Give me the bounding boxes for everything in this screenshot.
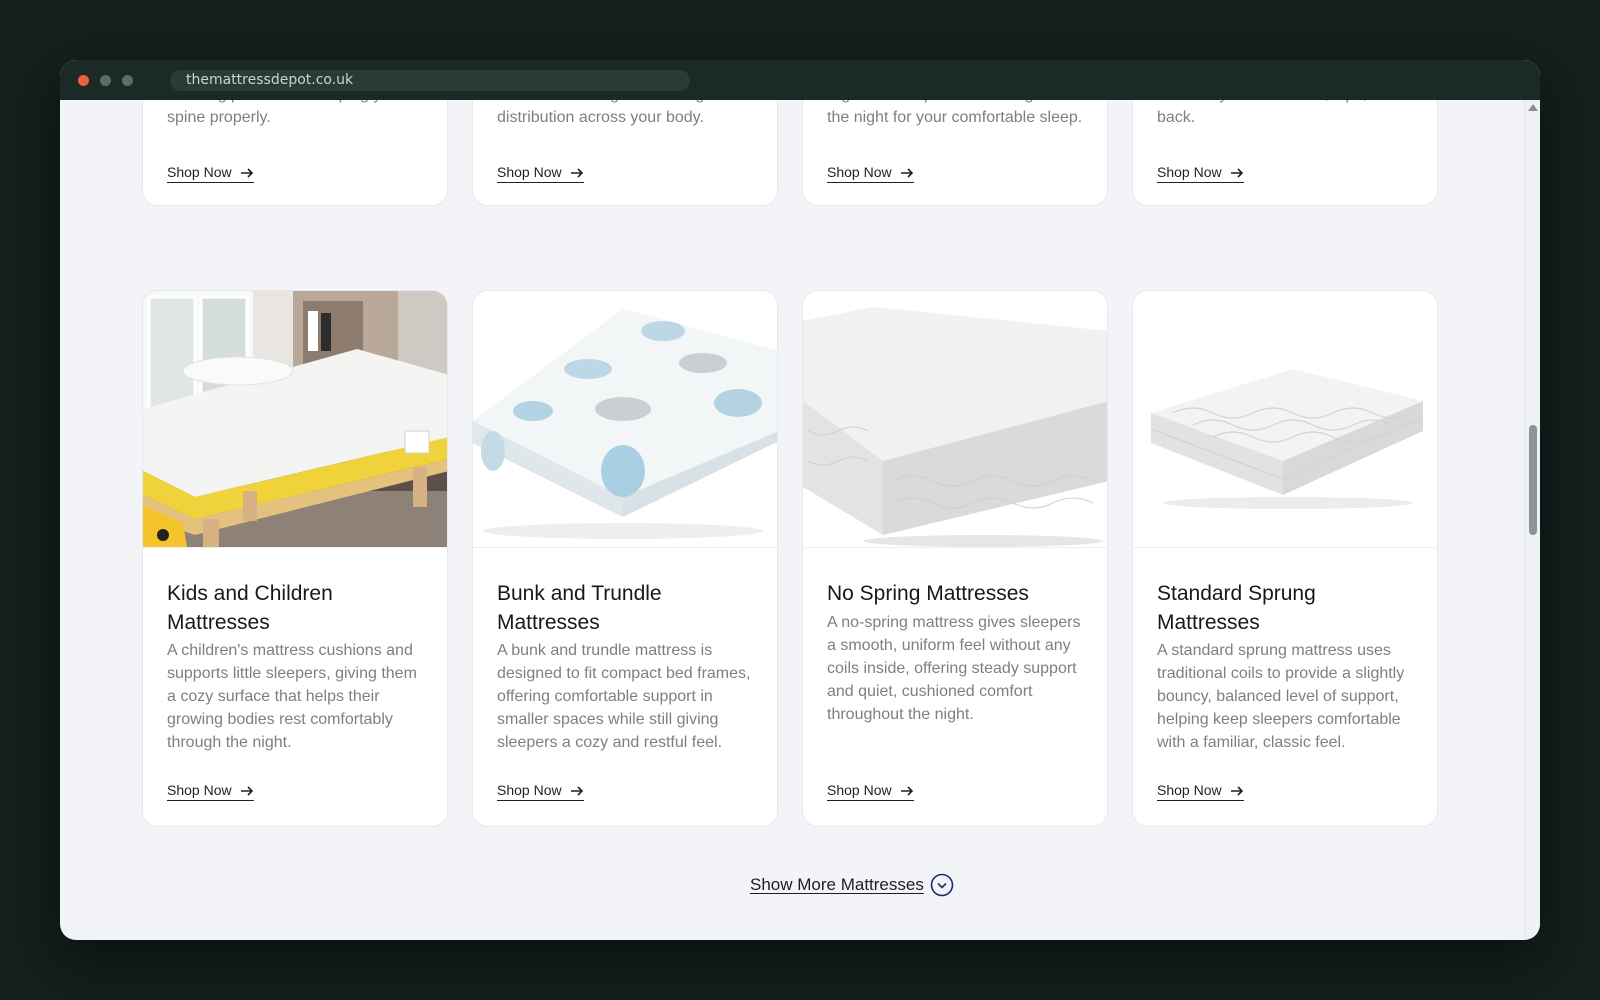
product-image-no-spring-mattress[interactable] xyxy=(803,291,1107,548)
product-card: relieving pressure & keeping your spine … xyxy=(142,100,448,206)
shop-now-label: Shop Now xyxy=(1157,164,1222,180)
vertical-scrollbar[interactable] xyxy=(1524,100,1540,940)
shop-now-link[interactable]: Shop Now xyxy=(827,782,914,801)
page-viewport: relieving pressure & keeping your spine … xyxy=(60,100,1524,940)
shop-now-label: Shop Now xyxy=(497,164,562,180)
shop-now-link[interactable]: Shop Now xyxy=(1157,782,1244,801)
product-card-kids: Kids and Children Mattresses A children'… xyxy=(142,290,448,827)
chevron-down-circle-icon xyxy=(930,873,954,897)
product-description: A children's mattress cushions and suppo… xyxy=(167,642,417,751)
shop-now-label: Shop Now xyxy=(1157,782,1222,798)
shop-now-link[interactable]: Shop Now xyxy=(167,782,254,801)
arrow-right-icon xyxy=(570,167,583,178)
standard-sprung-mattress-photo xyxy=(1133,291,1437,547)
arrow-right-icon xyxy=(570,785,583,796)
kids-mattress-photo xyxy=(143,291,447,547)
shop-now-label: Shop Now xyxy=(497,782,562,798)
product-card: regulates temperature throughout the nig… xyxy=(802,100,1108,206)
shop-now-link[interactable]: Shop Now xyxy=(167,164,254,183)
scrollbar-thumb[interactable] xyxy=(1529,425,1537,535)
product-description: A bunk and trundle mattress is designed … xyxy=(497,642,751,751)
scroll-up-arrow-icon[interactable] xyxy=(1528,104,1538,111)
arrow-right-icon xyxy=(1230,167,1243,178)
bunk-mattress-photo xyxy=(473,291,777,547)
product-card-bunk: Bunk and Trundle Mattresses A bunk and t… xyxy=(472,290,778,827)
shop-now-link[interactable]: Shop Now xyxy=(497,782,584,801)
product-title[interactable]: Bunk and Trundle Mattresses xyxy=(497,579,755,637)
shop-now-link[interactable]: Shop Now xyxy=(497,164,584,183)
shop-now-label: Shop Now xyxy=(167,782,232,798)
product-title[interactable]: No Spring Mattresses xyxy=(827,579,1085,608)
close-window-button[interactable] xyxy=(78,75,89,86)
product-title[interactable]: Standard Sprung Mattresses xyxy=(1157,579,1415,637)
product-description: relieving pressure & keeping your spine … xyxy=(167,100,404,126)
product-image-kids-mattress[interactable] xyxy=(143,291,447,548)
shop-now-label: Shop Now xyxy=(167,164,232,180)
product-card: relief for your shoulders, hips, and bac… xyxy=(1132,100,1438,206)
product-card-standard-sprung: Standard Sprung Mattresses A standard sp… xyxy=(1132,290,1438,827)
product-image-standard-sprung-mattress[interactable] xyxy=(1133,291,1437,548)
product-title[interactable]: Kids and Children Mattresses xyxy=(167,579,425,637)
browser-titlebar: themattressdepot.co.uk xyxy=(60,60,1540,100)
arrow-right-icon xyxy=(240,167,253,178)
show-more-label: Show More Mattresses xyxy=(750,875,924,894)
arrow-right-icon xyxy=(1230,785,1243,796)
arrow-right-icon xyxy=(240,785,253,796)
shop-now-label: Shop Now xyxy=(827,164,892,180)
maximize-window-button[interactable] xyxy=(122,75,133,86)
product-image-bunk-mattress[interactable] xyxy=(473,291,777,548)
shop-now-link[interactable]: Shop Now xyxy=(827,164,914,183)
product-description: A no-spring mattress gives sleepers a sm… xyxy=(827,614,1081,723)
product-card: circulation through even weight distribu… xyxy=(472,100,778,206)
shop-now-label: Shop Now xyxy=(827,782,892,798)
address-bar[interactable]: themattressdepot.co.uk xyxy=(170,70,690,91)
arrow-right-icon xyxy=(900,167,913,178)
minimize-window-button[interactable] xyxy=(100,75,111,86)
no-spring-mattress-photo xyxy=(803,291,1107,547)
show-more-mattresses-button[interactable]: Show More Mattresses xyxy=(750,873,954,897)
product-description: relief for your shoulders, hips, and bac… xyxy=(1157,100,1398,126)
product-card-no-spring: No Spring Mattresses A no-spring mattres… xyxy=(802,290,1108,827)
product-description: regulates temperature throughout the nig… xyxy=(827,100,1083,126)
browser-window: themattressdepot.co.uk relieving pressur… xyxy=(60,60,1540,940)
arrow-right-icon xyxy=(900,785,913,796)
shop-now-link[interactable]: Shop Now xyxy=(1157,164,1244,183)
product-description: circulation through even weight distribu… xyxy=(497,100,718,126)
product-description: A standard sprung mattress uses traditio… xyxy=(1157,642,1405,751)
